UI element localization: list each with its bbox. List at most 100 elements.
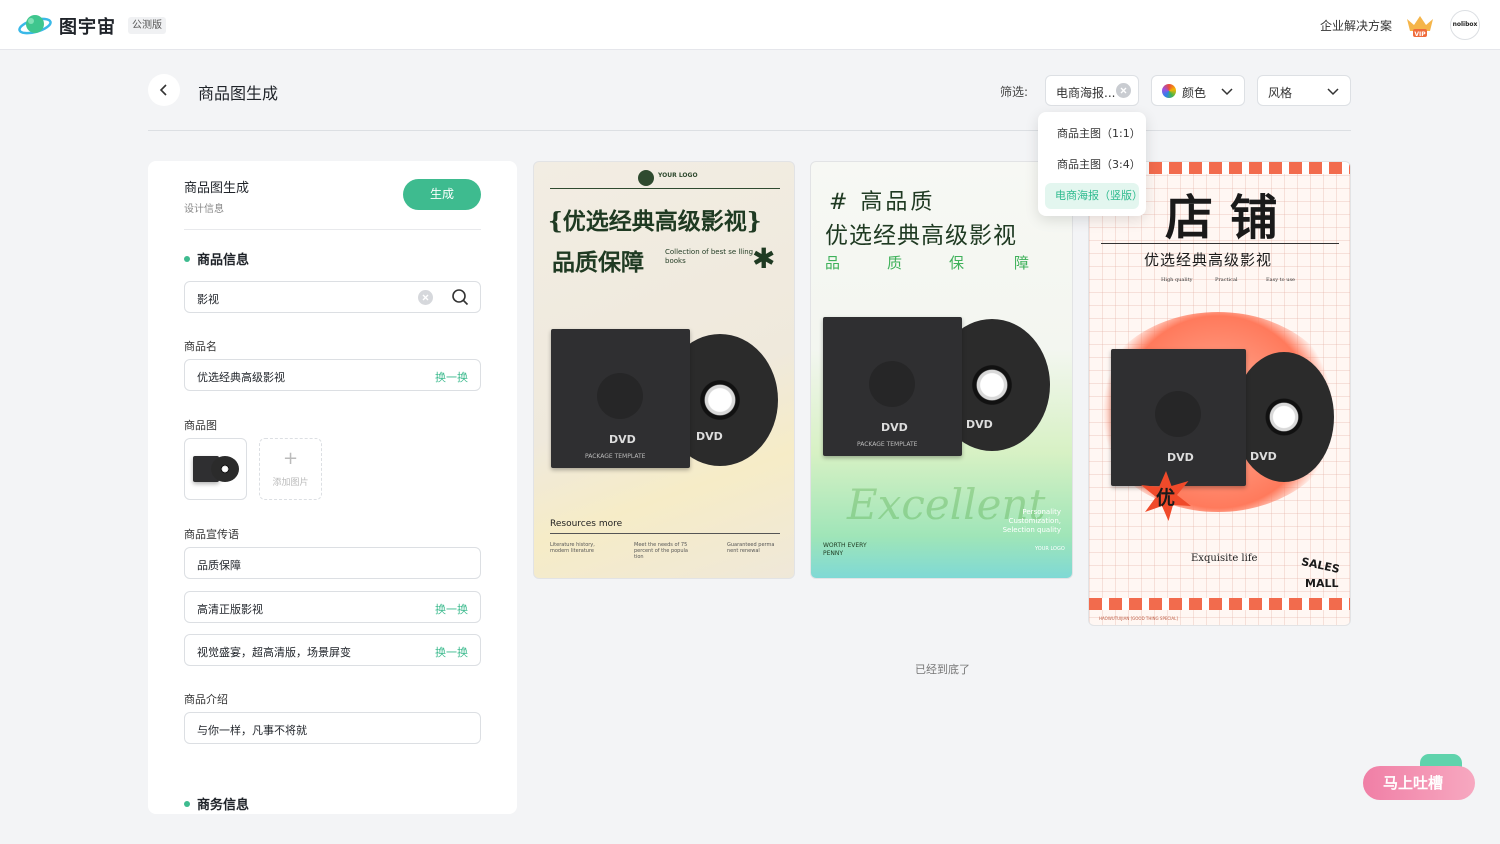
generate-button[interactable]: 生成 — [403, 179, 481, 210]
vip-crown-icon[interactable]: VIP — [1404, 12, 1436, 38]
category-search-value: 影视 — [197, 293, 219, 306]
product-image-thumbnail[interactable] — [184, 438, 247, 500]
dropdown-option-main-3-4[interactable]: 商品主图（3:4） — [1045, 152, 1141, 178]
intro-field[interactable]: 与你一样，凡事不将就 — [184, 712, 481, 744]
slogan-label: 商品宣传语 — [184, 528, 239, 541]
dropdown-option-main-1-1[interactable]: 商品主图（1:1） — [1045, 121, 1141, 147]
swap-name-button[interactable]: 换一换 — [435, 369, 468, 385]
poster3-rule — [1101, 243, 1339, 244]
poster-result-3[interactable]: 店 铺 优选经典高级影视 High quality Practical Easy… — [1088, 161, 1351, 626]
add-image-label: 添加图片 — [272, 478, 309, 488]
poster3-title: 店 铺 — [1165, 190, 1278, 246]
vip-label: VIP — [1414, 31, 1426, 38]
end-of-list-text: 已经到底了 — [915, 663, 970, 676]
intro-value: 与你一样，凡事不将就 — [197, 724, 307, 737]
search-icon[interactable] — [451, 288, 469, 306]
poster2-case-brand: DVD — [881, 421, 908, 434]
poster2-headline-2: 优选经典高级影视 — [825, 223, 1017, 249]
poster2-headline-1: # 高品质 — [829, 190, 936, 215]
panel-subtitle: 设计信息 — [184, 204, 224, 215]
poster1-footer-col-2: Meet the needs of 75 percent of the popu… — [634, 542, 688, 560]
slogan-value-3: 视觉盛宴，超高清版，场景屏变 — [197, 646, 351, 659]
poster3-subtitle: 优选经典高级影视 — [1144, 251, 1273, 269]
poster1-case-hole — [597, 373, 643, 419]
poster2-case-hole — [869, 361, 915, 407]
poster2-char-2: 质 — [887, 254, 903, 272]
poster1-sub: 品质保障 — [552, 249, 644, 276]
slogan-value-1: 品质保障 — [197, 559, 241, 572]
poster1-case-brand: DVD — [609, 433, 636, 446]
clear-filter-icon[interactable] — [1116, 83, 1131, 98]
poster2-char-1: 品 — [825, 254, 841, 272]
bullet-icon — [184, 255, 190, 262]
section-business-info-label: 商务信息 — [197, 798, 250, 813]
poster1-footer-title: Resources more — [550, 519, 623, 529]
bullet-icon — [184, 800, 190, 807]
filter-type-select[interactable]: 电商海报... — [1045, 75, 1139, 106]
poster3-case-hole — [1155, 391, 1201, 437]
poster-result-2[interactable]: # 高品质 优选经典高级影视 品 质 保 障 DVD PACKAGE TEMPL… — [810, 161, 1073, 579]
section-business-info: 商务信息 — [184, 794, 249, 813]
top-bar: 图宇宙 公测版 企业解决方案 VIP nolibox — [0, 0, 1500, 50]
asterisk-icon: ✱ — [752, 242, 776, 275]
slogan-field-2[interactable]: 高清正版影视 换一换 — [184, 591, 481, 623]
poster3-tag-1: High quality — [1161, 277, 1193, 283]
product-image-label: 商品图 — [184, 419, 217, 432]
poster1-dvd-case: DVD PACKAGE TEMPLATE — [551, 329, 690, 468]
panel-divider — [184, 229, 481, 230]
chevron-down-icon — [1221, 88, 1233, 96]
category-search-input[interactable]: 影视 — [184, 281, 481, 313]
poster1-sub-en: Collection of best se lling books — [665, 248, 754, 265]
poster3-mall: MALL — [1305, 577, 1339, 590]
product-name-field[interactable]: 优选经典高级影视 换一换 — [184, 359, 481, 391]
swap-slogan-2-button[interactable]: 换一换 — [435, 601, 468, 617]
filter-label: 筛选: — [1000, 85, 1029, 99]
chevron-left-icon — [159, 84, 167, 96]
dropdown-option-poster-vertical[interactable]: 电商海报（竖版） — [1045, 183, 1143, 209]
poster2-disc-brand: DVD — [966, 418, 993, 431]
filter-style-select[interactable]: 风格 — [1257, 75, 1351, 106]
header-divider — [148, 130, 1351, 131]
product-name-label: 商品名 — [184, 340, 217, 353]
filter-type-value: 电商海报... — [1056, 86, 1116, 100]
plus-icon: + — [282, 448, 299, 469]
filter-type-dropdown: 商品主图（1:1） 商品主图（3:4） 电商海报（竖版） — [1038, 112, 1146, 216]
poster3-sales: SALES — [1300, 555, 1341, 576]
section-product-info-label: 商品信息 — [197, 253, 250, 268]
poster2-case-caption: PACKAGE TEMPLATE — [857, 441, 918, 448]
design-info-panel: 商品图生成 设计信息 生成 商品信息 影视 商品名 优选经典高级影视 换一换 商… — [148, 161, 517, 814]
add-image-button[interactable]: + 添加图片 — [259, 438, 322, 500]
filter-color-select[interactable]: 颜色 — [1151, 75, 1245, 106]
poster3-tag-3: Easy to use — [1266, 277, 1295, 283]
poster3-dvd-case: DVD — [1111, 349, 1246, 486]
swap-slogan-3-button[interactable]: 换一换 — [435, 644, 468, 660]
poster2-worth: WORTH EVERY PENNY — [823, 542, 867, 557]
product-name-value: 优选经典高级影视 — [197, 371, 285, 384]
poster1-footer-col-3: Guaranteed perma nent renewal — [727, 542, 775, 554]
slogan-field-1[interactable]: 品质保障 — [184, 547, 481, 579]
slogan-value-2: 高清正版影视 — [197, 603, 263, 616]
poster1-footer-rule — [550, 533, 780, 534]
poster1-headline: {优选经典高级影视} — [548, 208, 762, 235]
poster1-logo-text: YOUR LOGO — [658, 172, 698, 179]
planet-logo-icon[interactable] — [18, 12, 52, 38]
back-button[interactable] — [148, 74, 180, 106]
user-avatar[interactable]: nolibox — [1450, 10, 1480, 40]
clear-search-icon[interactable] — [418, 290, 433, 305]
poster1-footer-col-1: Literature history, modern literature — [550, 542, 595, 554]
chevron-down-icon — [1327, 88, 1339, 96]
poster1-logo-mark-icon — [638, 170, 654, 186]
enterprise-solutions-link[interactable]: 企业解决方案 — [1320, 17, 1392, 34]
poster3-footer: HAOWUTUIJIAN [GOOD THING SPECIAL] — [1099, 616, 1178, 621]
poster1-rule — [550, 188, 780, 189]
poster2-logo: YOUR LOGO — [1035, 546, 1065, 552]
feedback-button[interactable]: 马上吐槽 — [1363, 766, 1475, 800]
panel-title: 商品图生成 — [184, 181, 250, 196]
logo-text[interactable]: 图宇宙 — [59, 13, 116, 39]
poster3-disc-brand: DVD — [1250, 450, 1277, 463]
poster-result-1[interactable]: YOUR LOGO {优选经典高级影视} 品质保障 Collection of … — [533, 161, 795, 579]
poster3-bottom-stripe — [1089, 598, 1350, 610]
slogan-field-3[interactable]: 视觉盛宴，超高清版，场景屏变 换一换 — [184, 634, 481, 666]
thumb-dvd-disc — [211, 456, 239, 482]
filter-style-label: 风格 — [1268, 86, 1293, 100]
